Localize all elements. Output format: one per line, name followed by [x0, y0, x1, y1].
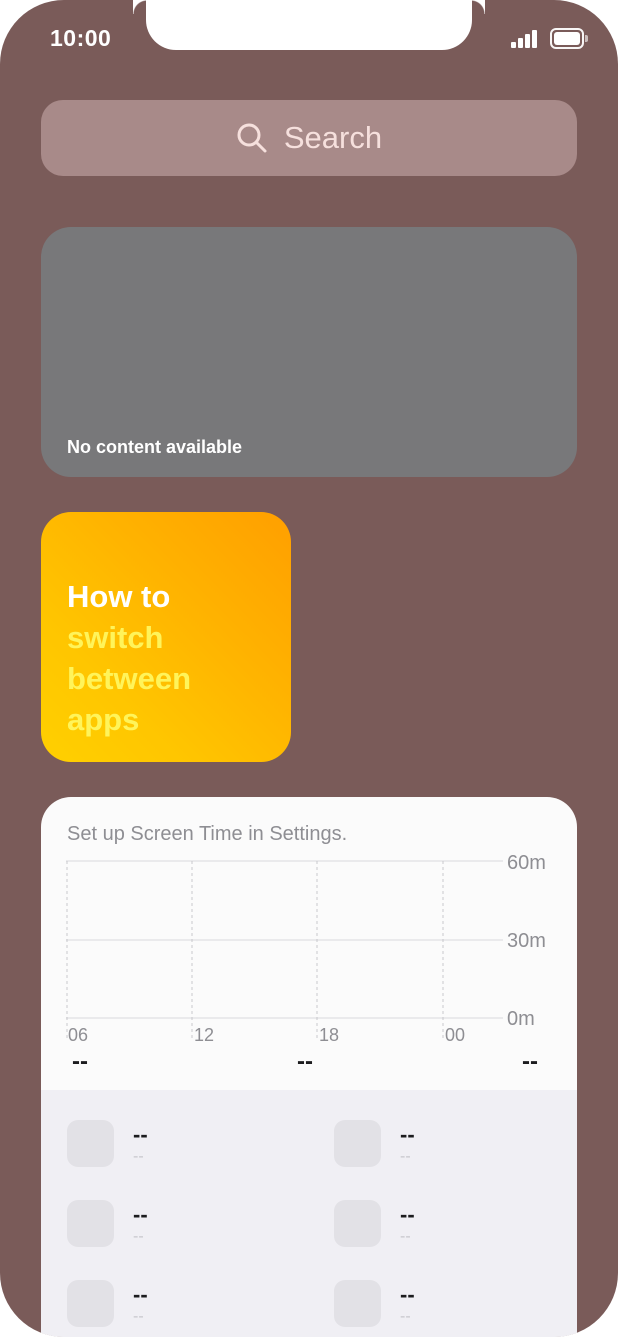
- app-name: --: [133, 1202, 148, 1227]
- summary-value: --: [522, 1048, 538, 1075]
- app-name: --: [400, 1282, 415, 1307]
- app-usage-item[interactable]: -- --: [334, 1280, 534, 1330]
- app-usage-item[interactable]: -- --: [67, 1280, 267, 1330]
- y-axis-label-60m: 60m: [507, 852, 546, 874]
- app-time: --: [400, 1148, 411, 1165]
- phone-screen: 10:00 Search No content available How to…: [0, 0, 618, 1337]
- x-axis-label-06: 06: [68, 1025, 88, 1045]
- tips-title: How to: [67, 579, 171, 614]
- status-time: 10:00: [50, 25, 112, 51]
- x-axis-label-00: 00: [445, 1025, 465, 1045]
- app-icon-placeholder: [334, 1280, 381, 1327]
- tips-widget[interactable]: How to switch between apps: [41, 512, 291, 762]
- app-time: --: [400, 1228, 411, 1245]
- search-label: Search: [283, 120, 383, 155]
- tips-subtitle-line: switch: [67, 620, 164, 655]
- notch: [146, 0, 485, 50]
- search-icon: [237, 123, 267, 153]
- x-axis-label-12: 12: [194, 1025, 214, 1045]
- summary-value: --: [297, 1048, 313, 1075]
- app-name: --: [133, 1282, 148, 1307]
- app-name: --: [400, 1122, 415, 1147]
- app-usage-item[interactable]: -- --: [334, 1120, 534, 1170]
- tips-subtitle-line: between: [67, 661, 192, 696]
- no-content-label: No content available: [67, 437, 243, 457]
- y-axis-label-0m: 0m: [507, 1008, 535, 1030]
- app-usage-item[interactable]: -- --: [334, 1200, 534, 1250]
- app-name: --: [133, 1122, 148, 1147]
- app-time: --: [133, 1308, 144, 1325]
- app-usage-list: -- -- -- -- -- -- -- -- -- -- -- --: [41, 1090, 577, 1337]
- app-icon-placeholder: [334, 1120, 381, 1167]
- x-axis-label-18: 18: [319, 1025, 339, 1045]
- tips-subtitle-line: apps: [67, 702, 140, 737]
- empty-widget[interactable]: No content available: [41, 227, 577, 477]
- tips-text: How to switch between apps: [67, 576, 277, 740]
- app-icon-placeholder: [67, 1280, 114, 1327]
- app-usage-item[interactable]: -- --: [67, 1120, 267, 1170]
- app-icon-placeholder: [334, 1200, 381, 1247]
- summary-value: --: [72, 1048, 88, 1075]
- search-bar[interactable]: Search: [41, 100, 577, 176]
- app-time: --: [133, 1148, 144, 1165]
- usage-chart: 60m 30m 0m 06 12 18 00 -- -- --: [66, 852, 546, 1075]
- app-icon-placeholder: [67, 1120, 114, 1167]
- app-icon-placeholder: [67, 1200, 114, 1247]
- app-time: --: [400, 1308, 411, 1325]
- signal-icon: [511, 30, 541, 48]
- app-name: --: [400, 1202, 415, 1227]
- app-time: --: [133, 1228, 144, 1245]
- battery-icon: [550, 28, 588, 49]
- screen-time-widget[interactable]: Set up Screen Time in Settings. 60m 30m …: [41, 797, 577, 1337]
- app-usage-item[interactable]: -- --: [67, 1200, 267, 1250]
- y-axis-label-30m: 30m: [507, 930, 546, 952]
